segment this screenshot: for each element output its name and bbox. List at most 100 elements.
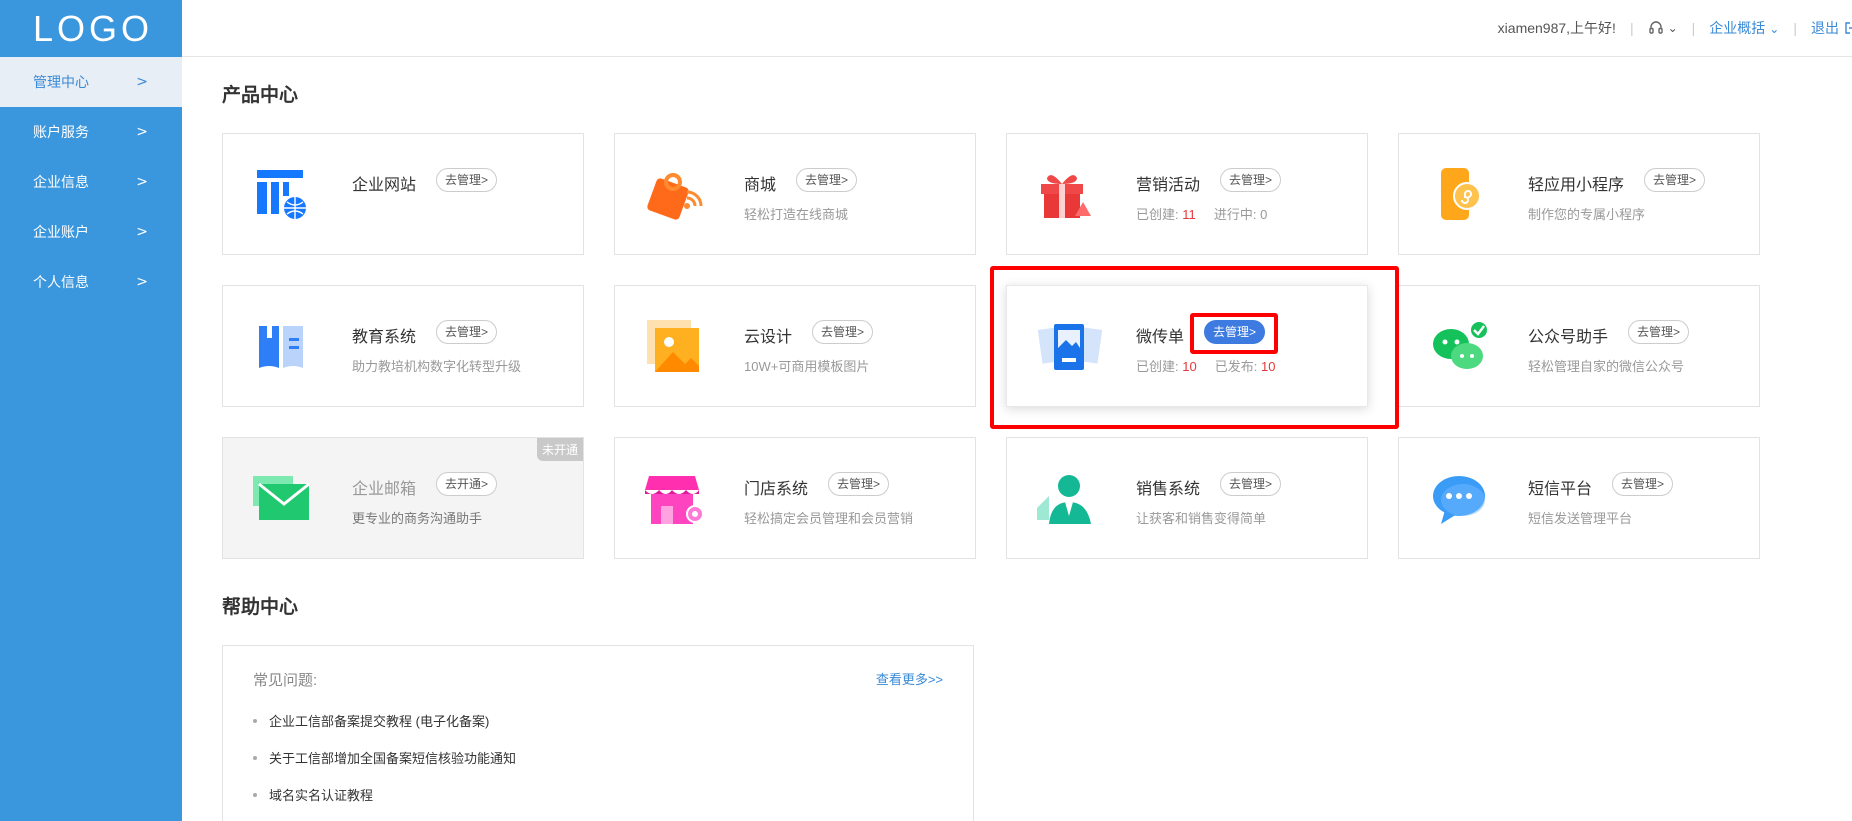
chevron-right-icon: >: [136, 74, 148, 90]
sidebar-item-label: 企业账户: [33, 224, 89, 240]
card-title: 商城: [744, 177, 777, 194]
logout-label: 退出: [1811, 20, 1839, 36]
sidebar-item-management-center[interactable]: 管理中心 >: [0, 57, 182, 107]
shopping-bag-icon: [647, 173, 703, 220]
website-icon: [257, 170, 308, 221]
divider: |: [1793, 20, 1797, 36]
help-center-title: 帮助中心: [222, 597, 299, 618]
card-title: 短信平台: [1528, 481, 1593, 498]
card-title: 营销活动: [1136, 177, 1201, 194]
chevron-right-icon: >: [136, 124, 148, 140]
card-description: 助力教培机构数字化转型升级: [352, 359, 522, 374]
product-card-mall: 商城 去管理> 轻松打造在线商城: [614, 133, 976, 255]
store-icon: [645, 476, 704, 524]
product-card-mini-program: 轻应用小程序 去管理> 制作您的专属小程序: [1398, 133, 1760, 255]
help-item-text: 关于工信部增加全国备案短信核验功能通知: [269, 751, 517, 766]
book-icon: [259, 326, 303, 368]
sms-icon: [1433, 476, 1485, 524]
card-title: 轻应用小程序: [1528, 177, 1625, 194]
view-more-link[interactable]: 查看更多>>: [876, 669, 943, 688]
card-title: 门店系统: [744, 481, 809, 498]
logout-button[interactable]: 退出: [1811, 18, 1852, 38]
gift-icon: [1041, 175, 1091, 218]
help-panel: 常见问题: 查看更多>> 企业工信部备案提交教程 (电子化备案) 关于工信部增加…: [222, 645, 974, 821]
sidebar-item-label: 管理中心: [33, 74, 89, 90]
card-description: 让获客和销售变得简单: [1136, 511, 1267, 526]
product-card-wechat-assistant: 公众号助手 去管理> 轻松管理自家的微信公众号: [1398, 285, 1760, 407]
ongoing-count: 0: [1260, 207, 1268, 222]
manage-button[interactable]: 去管理>: [1220, 472, 1282, 496]
product-card-mail: 未开通 企业邮箱 去开通> 更专业的商务沟通助手: [222, 437, 584, 559]
bullet: [253, 792, 257, 797]
salesperson-icon: [1037, 475, 1091, 524]
headset-icon: [1648, 21, 1663, 34]
manage-button[interactable]: 去管理>: [812, 320, 874, 344]
manage-button[interactable]: 去管理>: [1612, 472, 1674, 496]
sidebar: LOGO 管理中心 > 账户服务 > 企业信息 > 企业账户 > 个人信息 >: [0, 0, 182, 821]
card-title: 企业网站: [352, 177, 417, 194]
sidebar-item-account-service[interactable]: 账户服务 >: [0, 107, 182, 157]
bullet: [253, 718, 257, 723]
manage-button[interactable]: 去管理>: [796, 168, 858, 192]
help-item-text: 域名实名认证教程: [269, 788, 374, 803]
not-activated-badge: 未开通: [536, 438, 583, 461]
product-card-cloud-design: 云设计 去管理> 10W+可商用模板图片: [614, 285, 976, 407]
card-description: 轻松搞定会员管理和会员营销: [744, 511, 914, 526]
sidebar-item-label: 个人信息: [33, 274, 89, 290]
support-dropdown[interactable]: ⌄: [1648, 20, 1678, 36]
product-center-title: 产品中心: [222, 85, 299, 106]
created-count: 11: [1182, 207, 1196, 222]
sidebar-item-company-account[interactable]: 企业账户 >: [0, 207, 182, 257]
card-stats: 已创建: 11 进行中: 0: [1136, 204, 1267, 223]
product-card-marketing: 营销活动 去管理> 已创建: 11 进行中: 0: [1006, 133, 1368, 255]
top-header: xiamen987,上午好! | ⌄ | 企业概括 ⌄ | 退出: [182, 0, 1852, 57]
card-description: 更专业的商务沟通助手: [352, 511, 483, 526]
card-description: 短信发送管理平台: [1528, 511, 1633, 526]
manage-button[interactable]: 去管理>: [828, 472, 890, 496]
chevron-down-icon: ⌄: [1769, 22, 1780, 36]
activate-button[interactable]: 去开通>: [436, 472, 498, 496]
card-title: 云设计: [744, 329, 793, 346]
faq-heading: 常见问题:: [253, 672, 318, 689]
card-description: 10W+可商用模板图片: [744, 359, 870, 374]
bullet: [253, 755, 257, 760]
product-card-store: 门店系统 去管理> 轻松搞定会员管理和会员营销: [614, 437, 976, 559]
manage-button[interactable]: 去管理>: [436, 320, 498, 344]
card-description: 轻松管理自家的微信公众号: [1528, 359, 1685, 374]
created-label: 已创建:: [1136, 207, 1179, 222]
product-card-sms: 短信平台 去管理> 短信发送管理平台: [1398, 437, 1760, 559]
sidebar-item-company-info[interactable]: 企业信息 >: [0, 157, 182, 207]
card-title: 企业邮箱: [352, 481, 417, 498]
ongoing-label: 进行中:: [1213, 207, 1257, 222]
help-item[interactable]: 域名实名认证教程: [253, 785, 373, 804]
greeting-text: xiamen987,上午好!: [1497, 20, 1616, 36]
sidebar-item-personal-info[interactable]: 个人信息 >: [0, 257, 182, 307]
chevron-right-icon: >: [136, 224, 148, 240]
chevron-right-icon: >: [136, 174, 148, 190]
product-card-education: 教育系统 去管理> 助力教培机构数字化转型升级: [222, 285, 584, 407]
card-description: 轻松打造在线商城: [744, 207, 849, 222]
manage-button[interactable]: 去管理>: [1628, 320, 1690, 344]
manage-button[interactable]: 去管理>: [436, 168, 498, 192]
chevron-down-icon: ⌄: [1667, 21, 1678, 35]
card-title: 销售系统: [1136, 481, 1201, 498]
wechat-icon: [1433, 320, 1489, 369]
manage-button[interactable]: 去管理>: [1644, 168, 1706, 192]
product-card-website: 企业网站 去管理>: [222, 133, 584, 255]
divider: |: [1629, 20, 1634, 36]
help-item[interactable]: 企业工信部备案提交教程 (电子化备案): [253, 711, 489, 730]
app-root: LOGO 管理中心 > 账户服务 > 企业信息 > 企业账户 > 个人信息 > …: [0, 0, 1852, 821]
image-icon: [647, 320, 699, 372]
highlight-box-button: [1190, 313, 1278, 354]
overview-dropdown[interactable]: 企业概括 ⌄: [1709, 18, 1779, 38]
mini-program-icon: [1441, 168, 1481, 220]
card-title: 教育系统: [352, 329, 417, 346]
card-description: 制作您的专属小程序: [1528, 207, 1646, 222]
manage-button[interactable]: 去管理>: [1220, 168, 1282, 192]
product-card-sales: 销售系统 去管理> 让获客和销售变得简单: [1006, 437, 1368, 559]
chevron-right-icon: >: [136, 274, 148, 290]
sidebar-item-label: 账户服务: [33, 124, 89, 140]
sidebar-item-label: 企业信息: [33, 174, 89, 190]
overview-label: 企业概括: [1709, 20, 1766, 36]
help-item[interactable]: 关于工信部增加全国备案短信核验功能通知: [253, 748, 516, 767]
